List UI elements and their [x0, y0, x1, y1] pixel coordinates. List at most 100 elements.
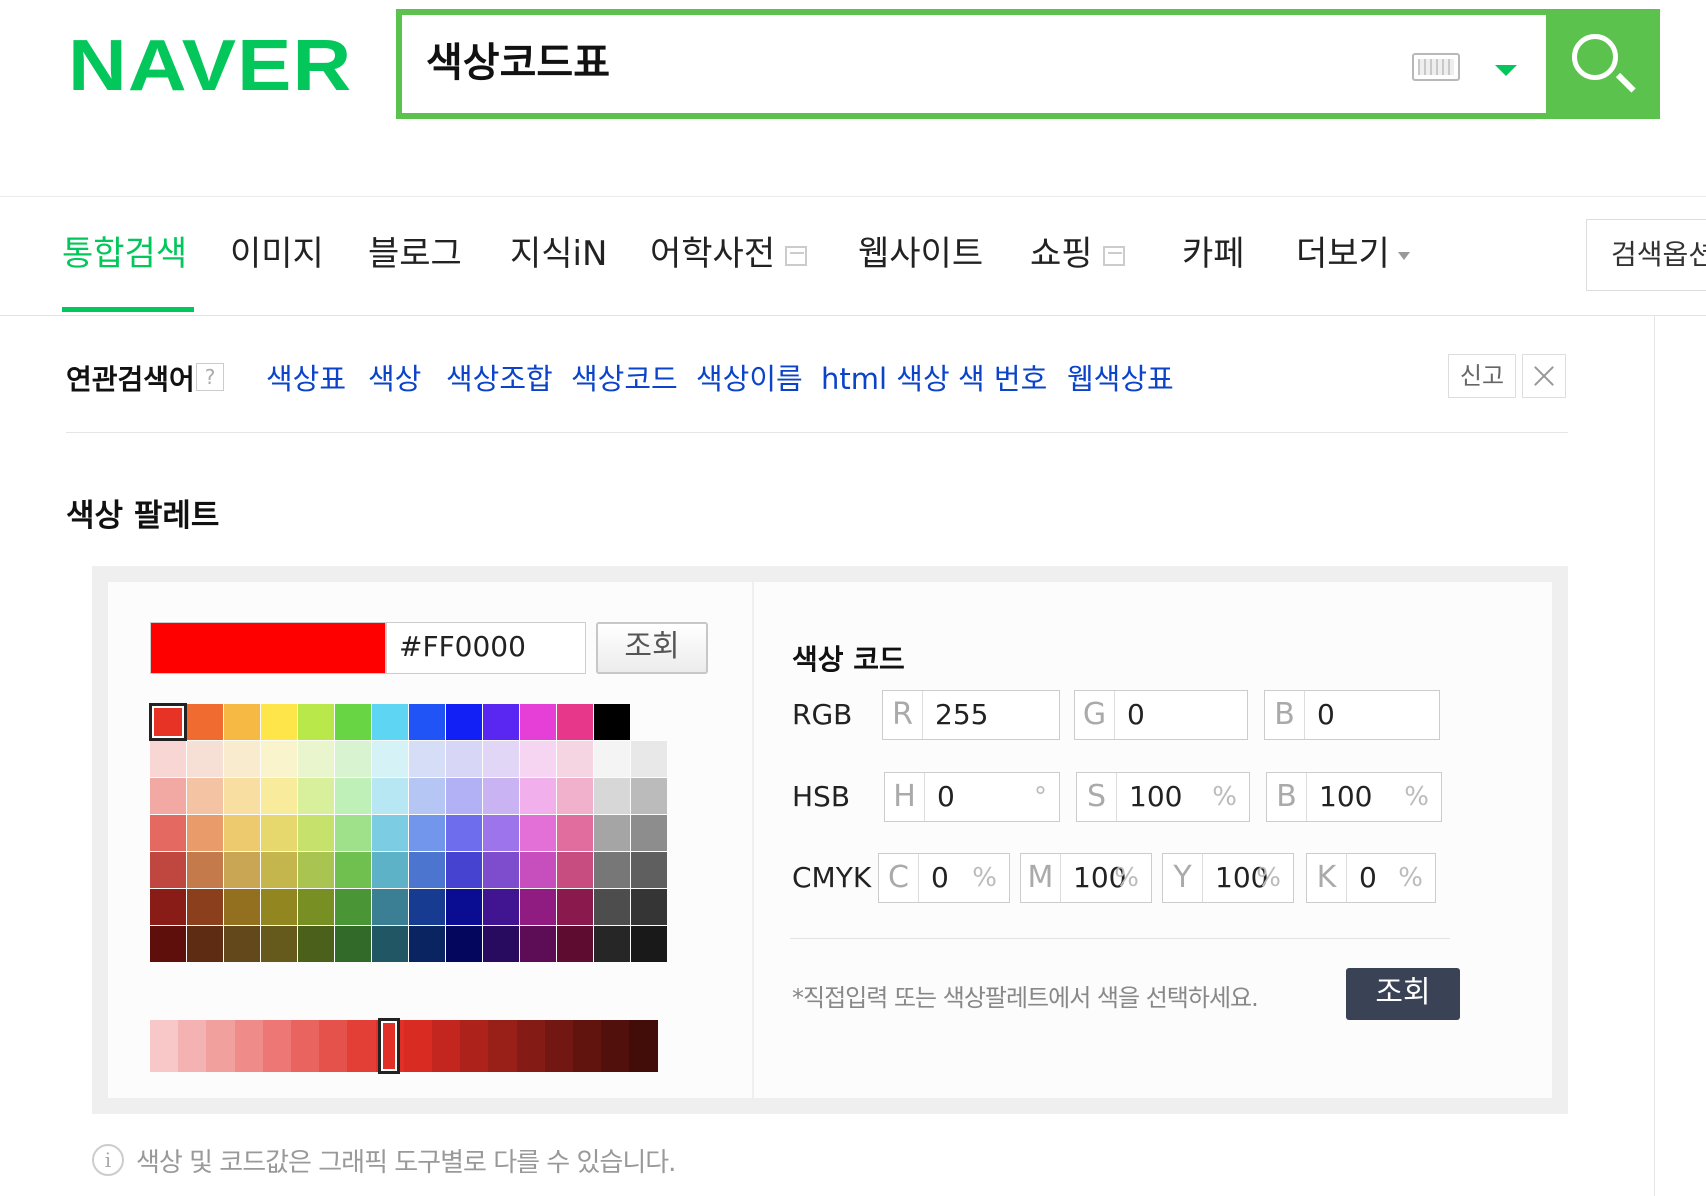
color-cell[interactable] [187, 889, 223, 925]
shade-cell[interactable] [319, 1020, 349, 1072]
search-box[interactable]: 색상코드표 [396, 9, 1660, 119]
search-options-button[interactable]: 검색옵션 [1586, 219, 1706, 291]
color-cell[interactable] [631, 852, 667, 888]
shade-cell[interactable] [262, 1020, 292, 1072]
shade-cell[interactable] [178, 1020, 208, 1072]
color-cell[interactable] [483, 926, 519, 962]
color-cell[interactable] [149, 703, 187, 741]
tab-shopping[interactable]: 쇼핑 [1030, 232, 1125, 276]
color-cell[interactable] [335, 815, 371, 851]
shade-cell[interactable] [460, 1020, 490, 1072]
color-cell[interactable] [409, 741, 445, 777]
search-button[interactable] [1546, 9, 1660, 119]
color-cell[interactable] [187, 741, 223, 777]
keyboard-icon[interactable] [1412, 53, 1460, 81]
color-cell[interactable] [594, 778, 630, 814]
related-term[interactable]: 색 번호 [958, 356, 1047, 398]
hsb-b-field[interactable]: B 100 % [1266, 772, 1442, 822]
color-cell[interactable] [224, 889, 260, 925]
tab-websites[interactable]: 웹사이트 [858, 232, 983, 276]
hsb-h-field[interactable]: H 0 ° [884, 772, 1060, 822]
tab-integrated-search[interactable]: 통합검색 [62, 232, 187, 276]
color-cell[interactable] [261, 778, 297, 814]
rgb-g-field[interactable]: G 0 [1074, 690, 1248, 740]
color-cell[interactable] [483, 741, 519, 777]
color-cell[interactable] [224, 741, 260, 777]
color-cell[interactable] [409, 815, 445, 851]
close-icon[interactable] [1522, 354, 1566, 398]
color-cell[interactable] [446, 852, 482, 888]
color-cell[interactable] [187, 778, 223, 814]
color-cell[interactable] [224, 704, 260, 740]
color-cell[interactable] [483, 889, 519, 925]
shade-cell[interactable] [516, 1020, 546, 1072]
color-cell[interactable] [261, 704, 297, 740]
chevron-down-icon[interactable] [1495, 65, 1517, 76]
color-cell[interactable] [150, 741, 186, 777]
color-cell[interactable] [594, 704, 630, 740]
color-cell[interactable] [631, 815, 667, 851]
related-term[interactable]: 색상조합 [446, 356, 553, 398]
tab-cafe[interactable]: 카페 [1182, 232, 1245, 276]
related-term[interactable]: 색상이름 [696, 356, 803, 398]
color-cell[interactable] [483, 815, 519, 851]
shade-cell[interactable] [629, 1020, 659, 1072]
color-cell[interactable] [520, 889, 556, 925]
color-cell[interactable] [224, 815, 260, 851]
shade-cell[interactable] [347, 1020, 377, 1072]
tab-dictionary[interactable]: 어학사전 [650, 232, 808, 276]
color-cell[interactable] [261, 815, 297, 851]
color-cell[interactable] [372, 926, 408, 962]
color-cell[interactable] [335, 704, 371, 740]
cmyk-m-field[interactable]: M 100 % [1020, 853, 1152, 903]
color-cell[interactable] [557, 926, 593, 962]
color-cell[interactable] [409, 704, 445, 740]
tab-images[interactable]: 이미지 [230, 232, 324, 276]
color-cell[interactable] [261, 926, 297, 962]
color-cell[interactable] [446, 926, 482, 962]
color-cell[interactable] [483, 852, 519, 888]
color-cell[interactable] [483, 778, 519, 814]
color-cell[interactable] [298, 778, 334, 814]
color-cell[interactable] [335, 778, 371, 814]
color-cell[interactable] [335, 926, 371, 962]
code-lookup-button[interactable]: 조회 [1346, 968, 1460, 1020]
color-cell[interactable] [446, 889, 482, 925]
rgb-b-field[interactable]: B 0 [1264, 690, 1440, 740]
color-cell[interactable] [594, 852, 630, 888]
color-cell[interactable] [409, 778, 445, 814]
color-cell[interactable] [187, 815, 223, 851]
color-cell[interactable] [520, 852, 556, 888]
naver-logo[interactable]: NAVER [68, 28, 352, 104]
color-cell[interactable] [446, 815, 482, 851]
color-cell[interactable] [557, 815, 593, 851]
color-cell[interactable] [631, 741, 667, 777]
color-cell[interactable] [520, 778, 556, 814]
report-button[interactable]: 신고 [1448, 354, 1516, 398]
color-cell[interactable] [224, 926, 260, 962]
color-cell[interactable] [520, 815, 556, 851]
shade-selector[interactable] [377, 1018, 400, 1074]
color-cell[interactable] [372, 889, 408, 925]
color-cell[interactable] [261, 852, 297, 888]
color-cell[interactable] [150, 889, 186, 925]
cmyk-k-field[interactable]: K 0 % [1306, 853, 1436, 903]
related-term[interactable]: 웹색상표 [1067, 356, 1174, 398]
color-cell[interactable] [224, 852, 260, 888]
color-cell[interactable] [409, 926, 445, 962]
shade-cell[interactable] [403, 1020, 433, 1072]
color-cell[interactable] [224, 778, 260, 814]
color-cell[interactable] [261, 889, 297, 925]
color-cell[interactable] [631, 889, 667, 925]
hex-lookup-button[interactable]: 조회 [596, 622, 708, 674]
shade-cell[interactable] [150, 1020, 179, 1072]
color-cell[interactable] [446, 778, 482, 814]
color-cell[interactable] [150, 926, 186, 962]
color-cell[interactable] [372, 741, 408, 777]
color-cell[interactable] [187, 704, 223, 740]
color-cell[interactable] [335, 741, 371, 777]
color-cell[interactable] [150, 815, 186, 851]
color-cell[interactable] [631, 926, 667, 962]
color-cell[interactable] [631, 778, 667, 814]
shade-cell[interactable] [432, 1020, 461, 1072]
